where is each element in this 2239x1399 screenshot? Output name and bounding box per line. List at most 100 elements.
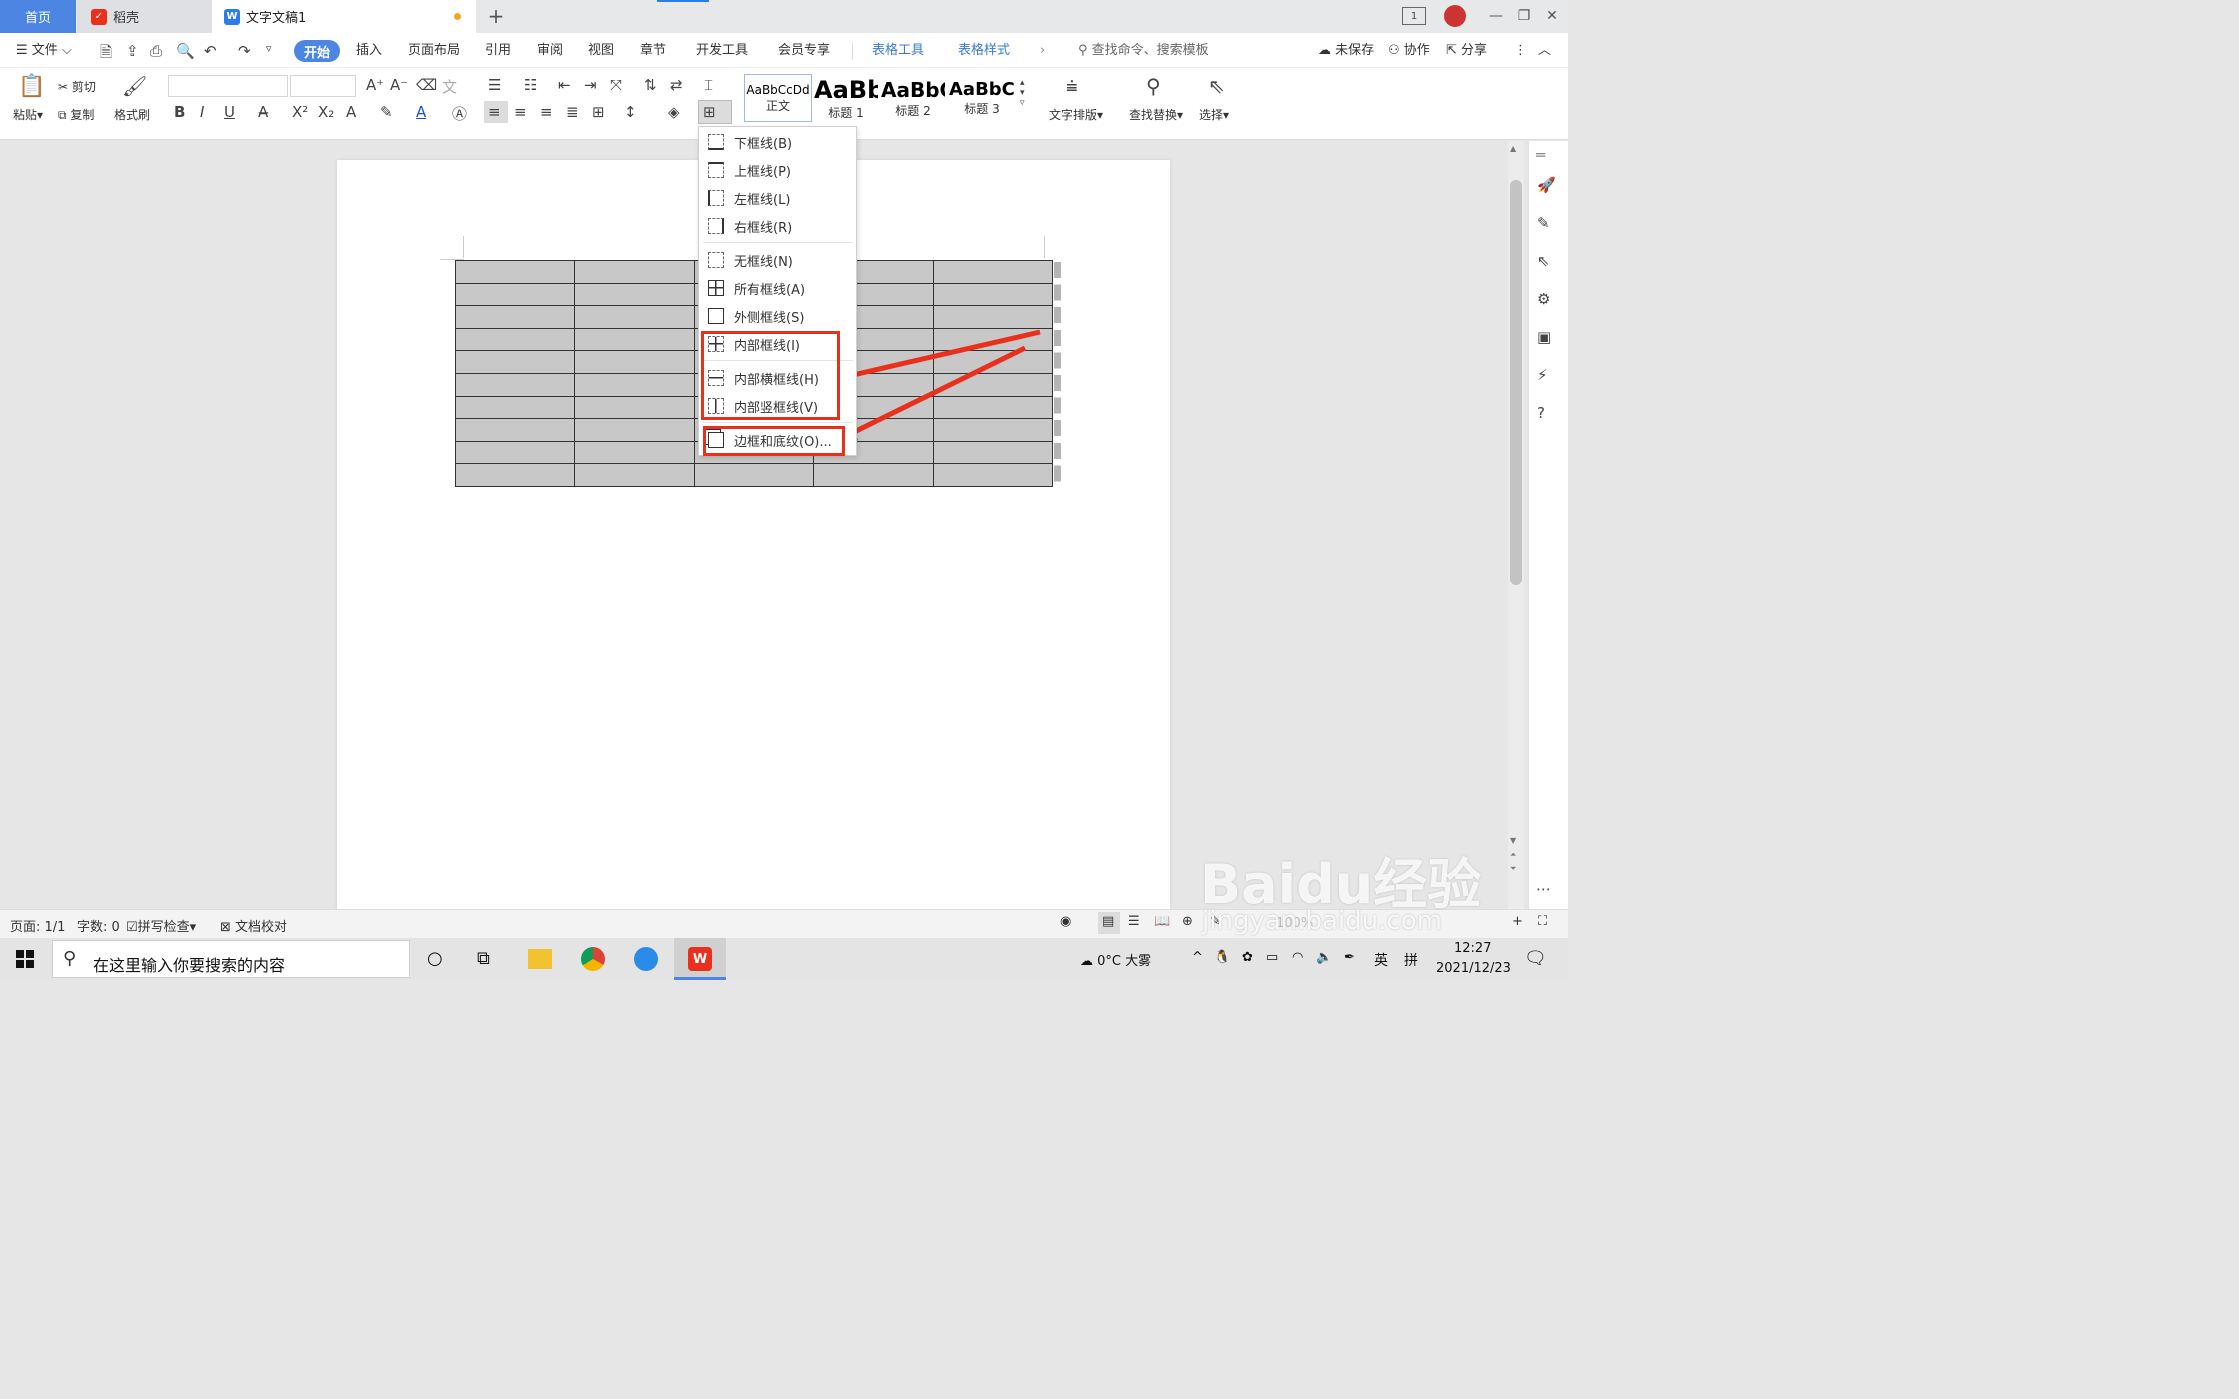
- sort-icon[interactable]: ⇅: [644, 76, 657, 94]
- style-heading1[interactable]: AaBb 标题 1: [813, 74, 879, 122]
- copy-button[interactable]: ⧉ 复制: [58, 106, 94, 123]
- scroll-up-icon[interactable]: ▲: [1510, 144, 1516, 153]
- text-layout-button[interactable]: 文字排版▾: [1049, 106, 1103, 123]
- table-cell[interactable]: [454, 327, 576, 352]
- chinese-layout-icon[interactable]: ⤧: [610, 76, 622, 94]
- increase-indent-icon[interactable]: ⇥: [584, 76, 597, 94]
- strikethrough-icon[interactable]: A̶: [258, 103, 268, 121]
- sliders-icon[interactable]: ⚙: [1537, 290, 1550, 308]
- file-explorer-icon[interactable]: [528, 949, 552, 969]
- share-button[interactable]: ⇱ 分享: [1446, 41, 1487, 61]
- page-view-icon[interactable]: ▤: [1102, 914, 1114, 929]
- table-cell[interactable]: [454, 372, 576, 397]
- paragraph-direction-icon[interactable]: ⇄: [670, 76, 683, 94]
- print-icon[interactable]: ⎙: [150, 42, 162, 60]
- unsaved-button[interactable]: ☁ 未保存: [1318, 41, 1374, 61]
- menu-item-no-border[interactable]: 无框线(N): [699, 247, 856, 273]
- baidu-netdisk-icon[interactable]: [634, 947, 658, 971]
- tab-document[interactable]: W 文字文稿1: [212, 0, 476, 33]
- table-cell[interactable]: [932, 282, 1054, 307]
- subscript-icon[interactable]: X₂: [318, 103, 334, 121]
- table-cell[interactable]: [454, 463, 576, 487]
- fullscreen-icon[interactable]: ⛶: [1538, 914, 1547, 929]
- table-cell[interactable]: [454, 395, 576, 420]
- font-size-combo[interactable]: [290, 75, 356, 97]
- bullet-list-icon[interactable]: ☰: [488, 76, 501, 94]
- undo-icon[interactable]: ↶: [204, 42, 217, 60]
- sidebar-menu-icon[interactable]: ═: [1536, 146, 1545, 164]
- scroll-down-icon[interactable]: ▼ ⏶ ⏷: [1510, 834, 1516, 876]
- avatar[interactable]: [1444, 5, 1466, 27]
- number-list-icon[interactable]: ☷: [524, 76, 537, 94]
- table-cell[interactable]: [574, 282, 695, 307]
- save-icon[interactable]: 🗎: [100, 42, 112, 67]
- shrink-font-icon[interactable]: A⁻: [390, 76, 408, 94]
- select-button[interactable]: 选择▾: [1199, 106, 1229, 123]
- table-cell[interactable]: [454, 305, 576, 329]
- pen-tray-icon[interactable]: ✒: [1344, 950, 1355, 965]
- text-effect-icon[interactable]: A: [346, 103, 356, 121]
- tab-daoke[interactable]: ✓ 稻壳: [77, 0, 212, 33]
- align-left-icon[interactable]: ≡: [488, 103, 501, 121]
- style-heading2[interactable]: AaBbC 标题 2: [880, 74, 946, 122]
- zoom-in-icon[interactable]: +: [1512, 914, 1523, 929]
- paste-button[interactable]: 粘贴▾: [13, 106, 43, 123]
- close-icon[interactable]: ✕: [1540, 6, 1564, 26]
- border-button[interactable]: ⊞: [698, 100, 732, 124]
- cut-button[interactable]: ✂ 剪切: [58, 78, 96, 95]
- wps-taskbar-active[interactable]: W: [674, 938, 726, 980]
- table-cell[interactable]: [454, 350, 576, 374]
- align-center-icon[interactable]: ≡: [514, 103, 527, 121]
- menu-item-outside-borders[interactable]: 外侧框线(S): [699, 303, 856, 329]
- table-cell[interactable]: [574, 440, 695, 465]
- menu-item-all-borders[interactable]: 所有框线(A): [699, 275, 856, 301]
- taskbar-search[interactable]: ⚲ 在这里输入你要搜索的内容: [52, 940, 410, 978]
- battery-icon[interactable]: ▭: [1266, 950, 1278, 965]
- line-spacing-icon[interactable]: ↕: [624, 103, 637, 121]
- menu-item-left-border[interactable]: 左框线(L): [699, 185, 856, 211]
- task-view-icon[interactable]: ⧉: [477, 948, 490, 969]
- tray-expand-icon[interactable]: ^: [1192, 950, 1203, 965]
- table-cell[interactable]: [574, 327, 695, 352]
- menu-insert[interactable]: 插入: [356, 41, 382, 61]
- layout-icon[interactable]: 1: [1402, 7, 1426, 25]
- menu-references[interactable]: 引用: [485, 41, 511, 61]
- grow-font-icon[interactable]: A⁺: [366, 76, 384, 94]
- new-tab-button[interactable]: +: [486, 4, 506, 28]
- format-painter-button[interactable]: 格式刷: [114, 106, 150, 123]
- menu-item-bottom-border[interactable]: 下框线(B): [699, 129, 856, 155]
- collapse-ribbon-icon[interactable]: ︿: [1538, 41, 1551, 61]
- menu-item-top-border[interactable]: 上框线(P): [699, 157, 856, 183]
- align-right-icon[interactable]: ≡: [540, 103, 553, 121]
- ime-mode[interactable]: 拼: [1404, 950, 1418, 970]
- web-view-icon[interactable]: ⊕: [1182, 914, 1193, 929]
- paste-icon[interactable]: 📋: [18, 74, 45, 99]
- lightning-icon[interactable]: ⚡: [1537, 366, 1548, 384]
- style-normal[interactable]: AaBbCcDd 正文: [744, 74, 812, 122]
- table-cell[interactable]: [454, 418, 576, 442]
- menu-member[interactable]: 会员专享: [778, 41, 830, 61]
- style-heading3[interactable]: AaBbC 标题 3: [947, 74, 1017, 122]
- table-cell[interactable]: [454, 440, 576, 465]
- proofread-button[interactable]: ⊠ 文档校对: [220, 916, 287, 935]
- select-cursor-icon[interactable]: ⇖: [1208, 74, 1225, 98]
- chrome-icon[interactable]: [581, 947, 605, 971]
- format-painter-icon[interactable]: 🖌: [122, 74, 147, 98]
- pen-icon[interactable]: ✎: [1537, 214, 1550, 232]
- show-marks-icon[interactable]: ⌶: [704, 76, 713, 94]
- rocket-icon[interactable]: 🚀: [1537, 176, 1556, 194]
- eye-protection-icon[interactable]: ◉: [1060, 914, 1071, 929]
- spell-check-button[interactable]: ☑拼写检查▾: [126, 916, 196, 935]
- volume-icon[interactable]: 🔈: [1316, 950, 1332, 965]
- underline-icon[interactable]: U: [224, 103, 235, 121]
- table-cell[interactable]: [574, 372, 695, 397]
- table-cell[interactable]: [574, 305, 695, 329]
- collab-button[interactable]: ⚇ 协作: [1388, 41, 1430, 61]
- windows-start-icon[interactable]: [16, 950, 34, 968]
- qq-icon[interactable]: 🐧: [1214, 950, 1230, 965]
- font-name-combo[interactable]: [168, 75, 288, 97]
- menu-developer[interactable]: 开发工具: [696, 41, 748, 61]
- table-cell[interactable]: [693, 463, 815, 487]
- tray-app-icon[interactable]: ✿: [1242, 950, 1253, 965]
- table-cell[interactable]: [574, 350, 695, 374]
